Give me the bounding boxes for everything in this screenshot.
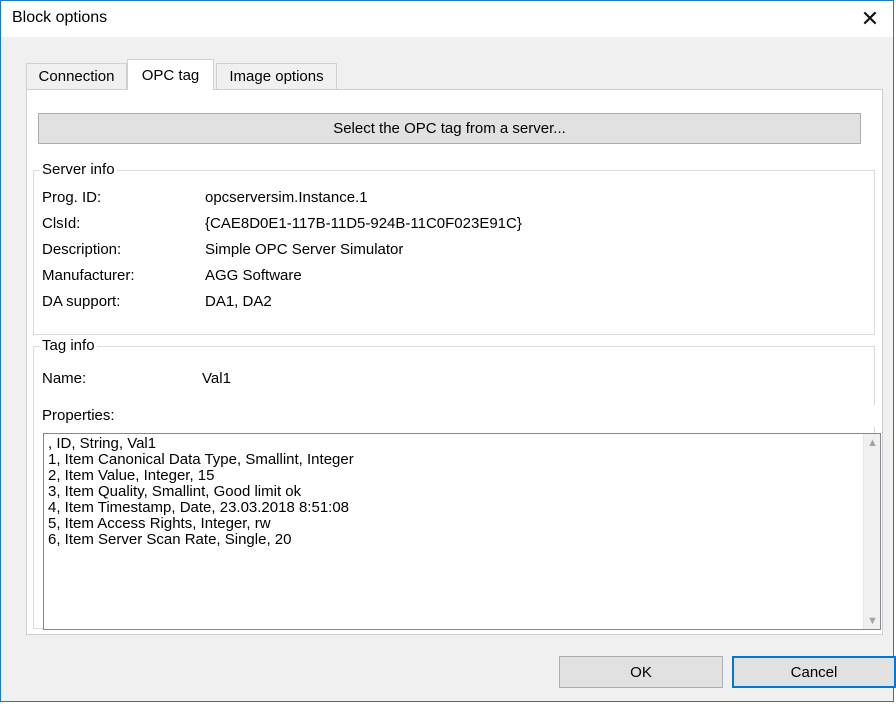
properties-label: Properties:	[42, 407, 115, 424]
property-line: 6, Item Server Scan Rate, Single, 20	[48, 531, 292, 548]
cancel-button[interactable]: Cancel	[732, 656, 896, 688]
tab-connection[interactable]: Connection	[26, 63, 127, 89]
da-support-label: DA support:	[42, 293, 121, 310]
clsid-value: {CAE8D0E1-117B-11D5-924B-11C0F023E91C}	[205, 215, 522, 232]
manufacturer-label: Manufacturer:	[42, 267, 135, 284]
vertical-scrollbar[interactable]: ▲ ▼	[863, 434, 880, 629]
server-info-legend: Server info	[40, 161, 117, 178]
property-line: 2, Item Value, Integer, 15	[48, 467, 215, 484]
window-title: Block options	[12, 9, 108, 26]
title-bar[interactable]: Block options ✕	[1, 1, 893, 37]
property-line: 4, Item Timestamp, Date, 23.03.2018 8:51…	[48, 499, 350, 516]
block-options-dialog: Block options ✕ Connection OPC tag Image…	[0, 0, 896, 702]
property-line: 3, Item Quality, Smallint, Good limit ok	[48, 483, 302, 500]
property-line: 5, Item Access Rights, Integer, rw	[48, 515, 271, 532]
properties-header: Properties:	[41, 405, 882, 427]
tag-name-value: Val1	[202, 370, 231, 387]
manufacturer-value: AGG Software	[205, 267, 302, 284]
tag-info-group: Tag info Name: Val1 Properties: , ID, St…	[33, 337, 882, 630]
clsid-label: ClsId:	[42, 215, 81, 232]
tab-image-options[interactable]: Image options	[216, 63, 337, 89]
properties-lines: , ID, String, Val1 1, Item Canonical Dat…	[48, 436, 354, 548]
properties-textarea[interactable]: , ID, String, Val1 1, Item Canonical Dat…	[43, 433, 881, 630]
opc-tag-panel: Select the OPC tag from a server... Serv…	[26, 89, 883, 635]
description-value: Simple OPC Server Simulator	[205, 241, 404, 258]
tab-opc-tag[interactable]: OPC tag	[127, 59, 214, 90]
scroll-up-icon[interactable]: ▲	[864, 434, 881, 451]
description-label: Description:	[42, 241, 122, 258]
property-line: , ID, String, Val1	[48, 435, 157, 452]
server-info-group: Server info Prog. ID: opcserversim.Insta…	[33, 161, 875, 335]
property-line: 1, Item Canonical Data Type, Smallint, I…	[48, 451, 354, 468]
da-support-value: DA1, DA2	[205, 293, 272, 310]
prog-id-value: opcserversim.Instance.1	[205, 189, 368, 206]
select-opc-tag-button[interactable]: Select the OPC tag from a server...	[38, 113, 861, 144]
tag-name-label: Name:	[42, 370, 87, 387]
close-icon[interactable]: ✕	[847, 1, 893, 37]
scroll-down-icon[interactable]: ▼	[864, 612, 881, 629]
ok-button[interactable]: OK	[559, 656, 723, 688]
tag-info-legend: Tag info	[40, 337, 97, 354]
prog-id-label: Prog. ID:	[42, 189, 102, 206]
